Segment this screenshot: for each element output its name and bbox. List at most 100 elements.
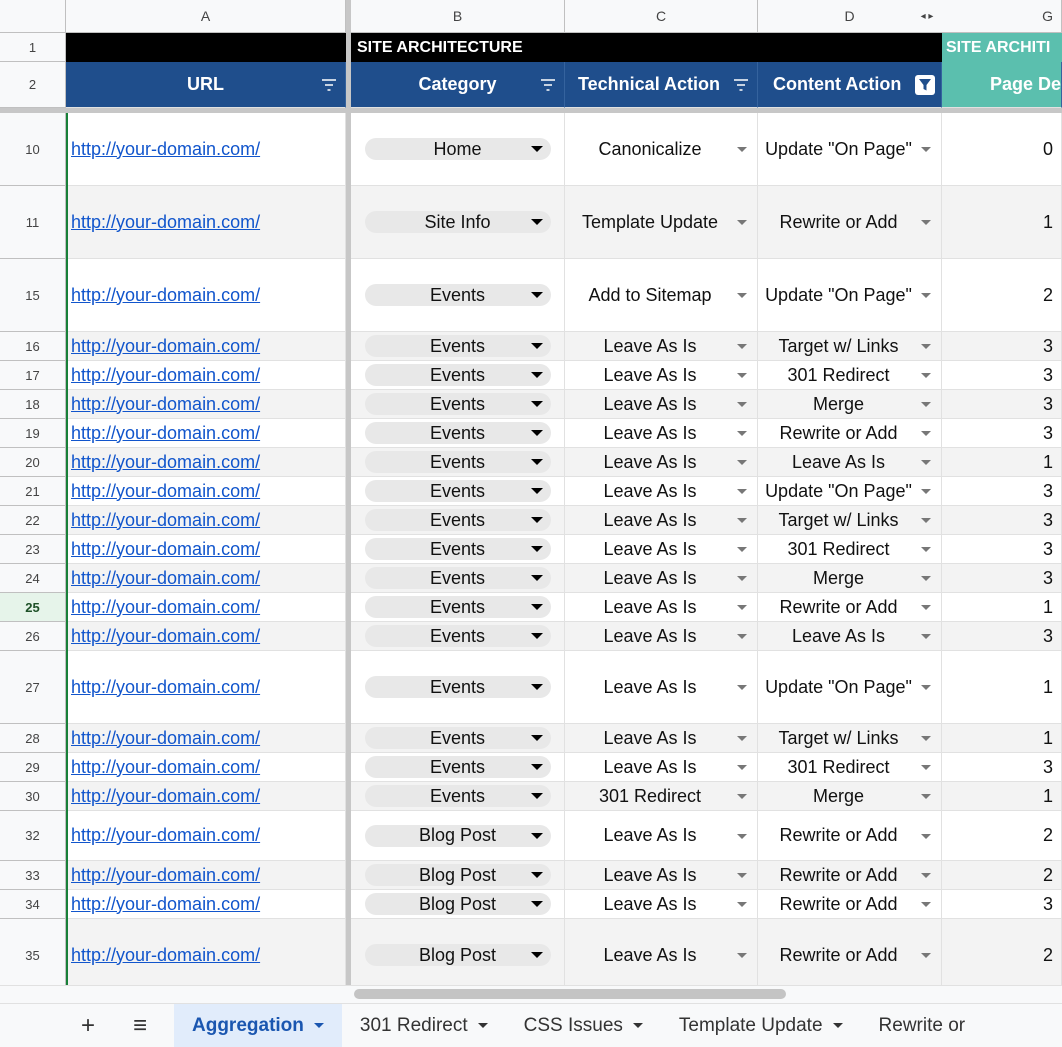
sheet-tab[interactable]: 301 Redirect xyxy=(342,1004,506,1047)
page-depth-cell[interactable]: 3 xyxy=(942,564,1062,593)
category-cell[interactable]: Events xyxy=(351,419,565,448)
category-cell[interactable]: Home xyxy=(351,113,565,186)
content-action-dropdown[interactable]: Rewrite or Add xyxy=(758,811,942,861)
dropdown-arrow-icon[interactable] xyxy=(737,576,747,581)
content-action-dropdown[interactable]: Merge xyxy=(758,782,942,811)
content-action-dropdown[interactable]: 301 Redirect xyxy=(758,753,942,782)
category-chip[interactable]: Site Info xyxy=(364,211,551,233)
page-depth-cell[interactable]: 1 xyxy=(942,593,1062,622)
category-cell[interactable]: Events xyxy=(351,535,565,564)
technical-action-dropdown[interactable]: Leave As Is xyxy=(565,477,758,506)
content-action-dropdown[interactable]: Merge xyxy=(758,564,942,593)
dropdown-arrow-icon[interactable] xyxy=(921,576,931,581)
page-depth-cell[interactable]: 3 xyxy=(942,622,1062,651)
row-header[interactable]: 32 xyxy=(0,811,66,861)
category-cell[interactable]: Blog Post xyxy=(351,811,565,861)
dropdown-arrow-icon[interactable] xyxy=(530,604,543,610)
technical-action-dropdown[interactable]: Leave As Is xyxy=(565,811,758,861)
dropdown-arrow-icon[interactable] xyxy=(921,402,931,407)
content-action-dropdown[interactable]: Leave As Is xyxy=(758,622,942,651)
technical-action-dropdown[interactable]: Add to Sitemap xyxy=(565,259,758,332)
dropdown-arrow-icon[interactable] xyxy=(921,547,931,552)
url-link[interactable]: http://your-domain.com/ xyxy=(66,113,346,186)
category-chip[interactable]: Events xyxy=(364,625,551,647)
page-depth-cell[interactable]: 3 xyxy=(942,477,1062,506)
technical-action-dropdown[interactable]: Leave As Is xyxy=(565,593,758,622)
dropdown-arrow-icon[interactable] xyxy=(921,765,931,770)
column-scroll-arrows[interactable]: ◂ ▸ xyxy=(912,0,942,33)
category-cell[interactable]: Events xyxy=(351,361,565,390)
technical-action-dropdown[interactable]: 301 Redirect xyxy=(565,782,758,811)
technical-action-dropdown[interactable]: Leave As Is xyxy=(565,361,758,390)
url-link[interactable]: http://your-domain.com/ xyxy=(66,861,346,890)
content-action-dropdown[interactable]: Rewrite or Add xyxy=(758,419,942,448)
row-header[interactable]: 18 xyxy=(0,390,66,419)
column-header-a[interactable]: A xyxy=(66,0,346,33)
content-action-dropdown[interactable]: Rewrite or Add xyxy=(758,593,942,622)
url-link[interactable]: http://your-domain.com/ xyxy=(66,651,346,724)
page-depth-cell[interactable]: 0 xyxy=(942,113,1062,186)
category-cell[interactable]: Events xyxy=(351,477,565,506)
category-chip[interactable]: Events xyxy=(364,335,551,357)
page-depth-cell[interactable]: 3 xyxy=(942,506,1062,535)
content-action-dropdown[interactable]: Update "On Page" xyxy=(758,477,942,506)
page-depth-cell[interactable]: 3 xyxy=(942,390,1062,419)
dropdown-arrow-icon[interactable] xyxy=(921,518,931,523)
page-depth-cell[interactable]: 1 xyxy=(942,186,1062,259)
category-cell[interactable]: Events xyxy=(351,332,565,361)
dropdown-arrow-icon[interactable] xyxy=(530,793,543,799)
dropdown-arrow-icon[interactable] xyxy=(737,605,747,610)
row-header[interactable]: 19 xyxy=(0,419,66,448)
technical-action-dropdown[interactable]: Leave As Is xyxy=(565,651,758,724)
category-cell[interactable]: Events xyxy=(351,753,565,782)
header-content-action[interactable]: Content Action xyxy=(758,62,942,108)
dropdown-arrow-icon[interactable] xyxy=(921,220,931,225)
row-header[interactable]: 11 xyxy=(0,186,66,259)
header-url[interactable]: URL xyxy=(66,62,346,108)
dropdown-arrow-icon[interactable] xyxy=(530,633,543,639)
dropdown-arrow-icon[interactable] xyxy=(737,518,747,523)
url-link[interactable]: http://your-domain.com/ xyxy=(66,259,346,332)
dropdown-arrow-icon[interactable] xyxy=(530,401,543,407)
tab-menu-arrow-icon[interactable] xyxy=(632,1023,643,1028)
url-link[interactable]: http://your-domain.com/ xyxy=(66,419,346,448)
category-chip[interactable]: Events xyxy=(364,364,551,386)
url-link[interactable]: http://your-domain.com/ xyxy=(66,753,346,782)
dropdown-arrow-icon[interactable] xyxy=(530,735,543,741)
category-chip[interactable]: Blog Post xyxy=(364,864,551,886)
dropdown-arrow-icon[interactable] xyxy=(530,546,543,552)
row-header[interactable]: 16 xyxy=(0,332,66,361)
technical-action-dropdown[interactable]: Leave As Is xyxy=(565,419,758,448)
page-depth-cell[interactable]: 2 xyxy=(942,811,1062,861)
category-chip[interactable]: Events xyxy=(364,509,551,531)
content-action-dropdown[interactable]: 301 Redirect xyxy=(758,361,942,390)
row-header[interactable]: 26 xyxy=(0,622,66,651)
dropdown-arrow-icon[interactable] xyxy=(530,219,543,225)
row-header[interactable]: 24 xyxy=(0,564,66,593)
dropdown-arrow-icon[interactable] xyxy=(530,764,543,770)
technical-action-dropdown[interactable]: Leave As Is xyxy=(565,622,758,651)
row-header[interactable]: 22 xyxy=(0,506,66,535)
url-link[interactable]: http://your-domain.com/ xyxy=(66,506,346,535)
category-chip[interactable]: Events xyxy=(364,676,551,698)
page-depth-cell[interactable]: 3 xyxy=(942,332,1062,361)
row-header[interactable]: 21 xyxy=(0,477,66,506)
category-chip[interactable]: Events xyxy=(364,785,551,807)
category-chip[interactable]: Events xyxy=(364,756,551,778)
row-header-2[interactable]: 2 xyxy=(0,62,66,108)
dropdown-arrow-icon[interactable] xyxy=(921,833,931,839)
technical-action-dropdown[interactable]: Leave As Is xyxy=(565,861,758,890)
dropdown-arrow-icon[interactable] xyxy=(737,460,747,465)
page-depth-cell[interactable]: 2 xyxy=(942,861,1062,890)
dropdown-arrow-icon[interactable] xyxy=(530,430,543,436)
page-depth-cell[interactable]: 1 xyxy=(942,651,1062,724)
all-sheets-button[interactable]: ≡ xyxy=(114,1004,166,1047)
url-link[interactable]: http://your-domain.com/ xyxy=(66,390,346,419)
dropdown-arrow-icon[interactable] xyxy=(737,431,747,436)
page-depth-cell[interactable]: 3 xyxy=(942,361,1062,390)
technical-action-dropdown[interactable]: Canonicalize xyxy=(565,113,758,186)
dropdown-arrow-icon[interactable] xyxy=(530,832,543,839)
row-header[interactable]: 34 xyxy=(0,890,66,919)
page-depth-cell[interactable]: 3 xyxy=(942,419,1062,448)
url-link[interactable]: http://your-domain.com/ xyxy=(66,535,346,564)
